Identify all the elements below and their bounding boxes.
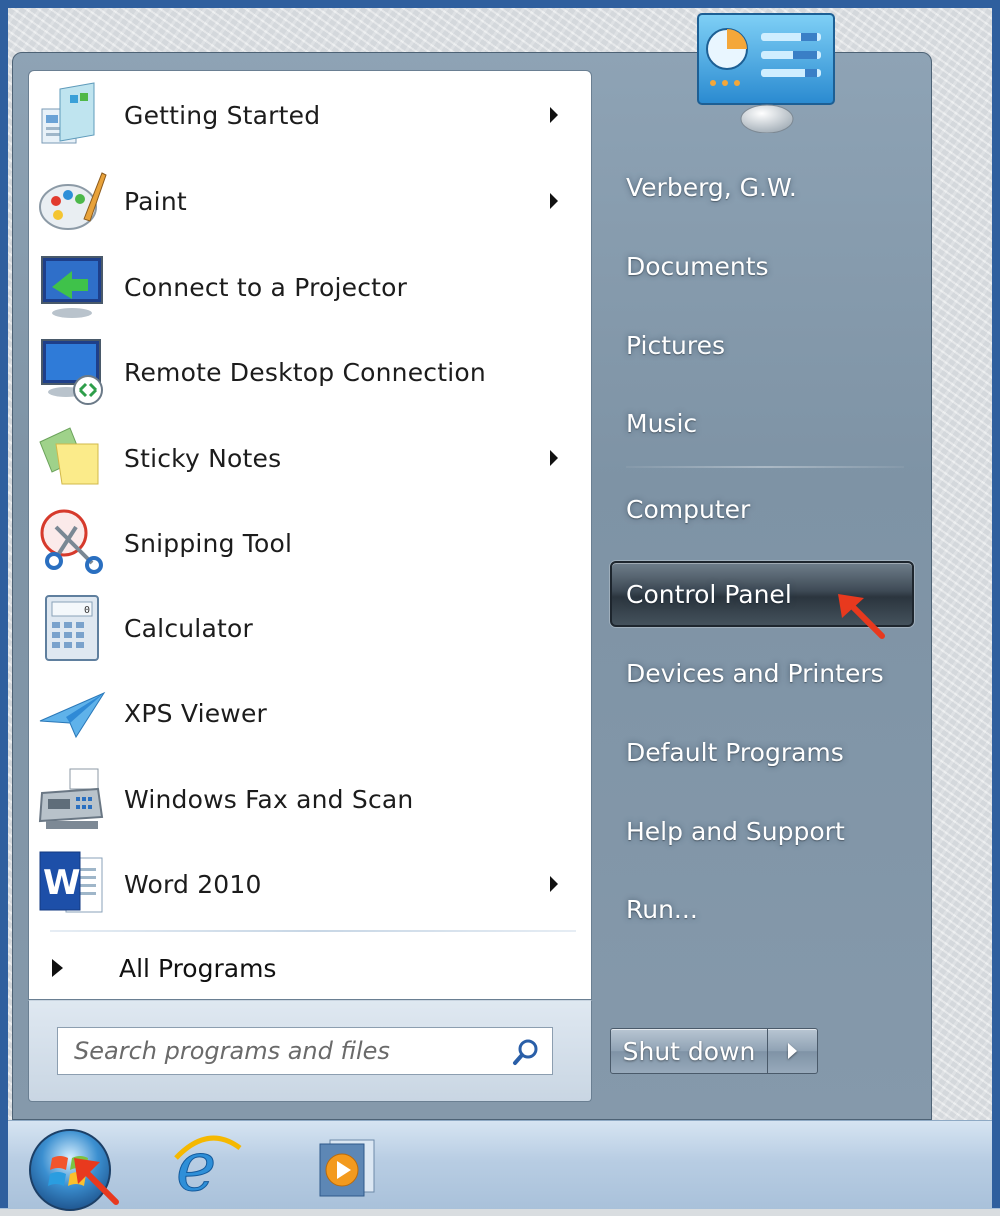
program-remote-desktop-connection[interactable]: Remote Desktop Connection	[36, 331, 584, 413]
chevron-right-icon	[788, 1043, 797, 1059]
program-paint[interactable]: Paint	[36, 160, 584, 242]
program-label: Windows Fax and Scan	[124, 784, 414, 814]
shutdown-label: Shut down	[622, 1036, 756, 1066]
right-divider	[626, 466, 904, 468]
fax-scan-icon	[36, 763, 108, 835]
default-programs-link[interactable]: Default Programs	[612, 720, 912, 784]
program-windows-fax-and-scan[interactable]: Windows Fax and Scan	[36, 758, 584, 840]
svg-text:0: 0	[84, 605, 90, 616]
xps-viewer-icon	[36, 677, 108, 749]
program-label: Sticky Notes	[124, 443, 282, 473]
program-label: Getting Started	[124, 100, 321, 130]
paint-icon	[36, 165, 108, 237]
media-player-icon[interactable]	[316, 1134, 380, 1198]
right-item-label: Music	[626, 408, 698, 438]
all-programs-button[interactable]: All Programs	[36, 940, 584, 996]
help-and-support-link[interactable]: Help and Support	[612, 799, 912, 863]
run-link[interactable]: Run...	[612, 877, 912, 941]
devices-and-printers-link[interactable]: Devices and Printers	[612, 641, 912, 705]
all-programs-label: All Programs	[119, 953, 277, 983]
remote-desktop-icon	[36, 336, 108, 408]
calculator-icon: 0	[36, 592, 108, 664]
search-box[interactable]	[57, 1027, 553, 1075]
snipping-tool-icon	[36, 507, 108, 579]
program-label: Snipping Tool	[124, 528, 293, 558]
all-programs-arrow-icon	[52, 959, 63, 977]
submenu-arrow-icon[interactable]	[550, 450, 558, 466]
red-arrow-control-panel	[830, 588, 890, 644]
getting-started-icon	[36, 79, 108, 151]
documents-link[interactable]: Documents	[612, 234, 912, 298]
taskbar	[0, 1120, 1000, 1209]
programs-divider	[50, 930, 576, 932]
program-sticky-notes[interactable]: Sticky Notes	[36, 417, 584, 499]
music-link[interactable]: Music	[612, 391, 912, 455]
program-snipping-tool[interactable]: Snipping Tool	[36, 502, 584, 584]
right-item-label: Devices and Printers	[626, 658, 884, 688]
right-item-label: Default Programs	[626, 737, 844, 767]
red-arrow-start-orb	[66, 1150, 124, 1208]
right-item-label: Verberg, G.W.	[626, 172, 797, 202]
control-panel-tile-icon	[697, 13, 835, 134]
program-getting-started[interactable]: Getting Started	[36, 74, 584, 156]
right-item-label: Run...	[626, 894, 698, 924]
sticky-notes-icon	[36, 422, 108, 494]
program-label: Connect to a Projector	[124, 272, 408, 302]
right-item-label: Computer	[626, 494, 751, 524]
right-item-label: Help and Support	[626, 816, 845, 846]
program-word-2010[interactable]: W Word 2010	[36, 843, 584, 925]
program-label: Calculator	[124, 613, 253, 643]
program-connect-to-projector[interactable]: Connect to a Projector	[36, 246, 584, 328]
user-folder-link[interactable]: Verberg, G.W.	[612, 155, 912, 219]
program-xps-viewer[interactable]: XPS Viewer	[36, 672, 584, 754]
program-label: Paint	[124, 186, 187, 216]
search-icon[interactable]	[512, 1038, 540, 1066]
submenu-arrow-icon[interactable]	[550, 107, 558, 123]
computer-link[interactable]: Computer	[612, 477, 912, 541]
right-item-label: Documents	[626, 251, 769, 281]
program-label: XPS Viewer	[124, 698, 268, 728]
shutdown-button[interactable]: Shut down	[610, 1028, 768, 1074]
pictures-link[interactable]: Pictures	[612, 313, 912, 377]
program-label: Word 2010	[124, 869, 262, 899]
submenu-arrow-icon[interactable]	[550, 876, 558, 892]
shutdown-options-button[interactable]	[768, 1028, 818, 1074]
program-calculator[interactable]: 0 Calculator	[36, 587, 584, 669]
internet-explorer-icon[interactable]: e	[172, 1128, 244, 1208]
svg-text:W: W	[43, 863, 81, 903]
word-icon: W	[36, 848, 108, 920]
right-item-label: Control Panel	[626, 579, 792, 609]
right-item-label: Pictures	[626, 330, 725, 360]
submenu-arrow-icon[interactable]	[550, 193, 558, 209]
search-input[interactable]	[74, 1035, 494, 1067]
projector-icon	[36, 251, 108, 323]
program-label: Remote Desktop Connection	[124, 357, 486, 387]
